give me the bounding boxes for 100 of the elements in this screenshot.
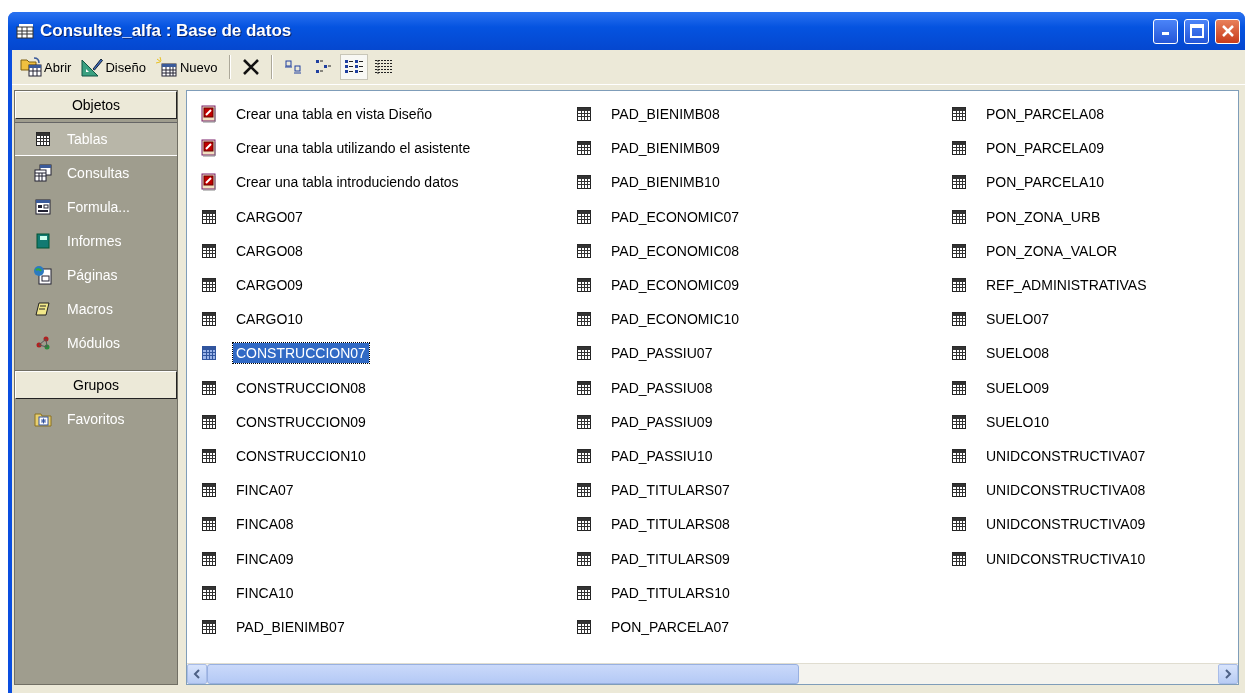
- table-icon: [951, 242, 967, 259]
- table-item[interactable]: FINCA10: [233, 582, 297, 603]
- table-icon: [201, 482, 217, 499]
- table-icon: [576, 447, 592, 464]
- table-item[interactable]: UNIDCONSTRUCTIVA08: [983, 480, 1149, 501]
- table-item[interactable]: PAD_TITULARS07: [608, 480, 733, 501]
- table-icon: [201, 208, 217, 225]
- table-item[interactable]: PAD_TITULARS09: [608, 548, 733, 569]
- table-icon: [576, 345, 592, 362]
- table-item[interactable]: PAD_PASSIU10: [608, 445, 716, 466]
- open-button[interactable]: Abrir: [16, 54, 76, 80]
- list-view-button[interactable]: [339, 54, 368, 80]
- table-item[interactable]: UNIDCONSTRUCTIVA07: [983, 445, 1149, 466]
- table-item[interactable]: PON_PARCELA09: [983, 138, 1107, 159]
- scrollbar-thumb[interactable]: [207, 664, 799, 684]
- form-icon: [35, 199, 51, 215]
- table-item[interactable]: UNIDCONSTRUCTIVA09: [983, 514, 1149, 535]
- table-item[interactable]: PAD_BIENIMB07: [233, 616, 348, 637]
- wizard-icon: [200, 173, 218, 192]
- create-table-shortcut[interactable]: Crear una tabla utilizando el asistente: [233, 138, 474, 159]
- report-icon: [35, 233, 51, 249]
- scroll-right-button[interactable]: [1218, 664, 1238, 684]
- table-item[interactable]: CONSTRUCCION07: [233, 343, 369, 364]
- scroll-icon: [35, 301, 51, 317]
- table-item[interactable]: PAD_TITULARS10: [608, 582, 733, 603]
- table-item[interactable]: PAD_ECONOMIC10: [608, 309, 743, 330]
- table-icon: [576, 516, 592, 533]
- table-item[interactable]: SUELO10: [983, 411, 1053, 432]
- query-icon: [34, 164, 52, 182]
- table-item[interactable]: SUELO07: [983, 309, 1053, 330]
- table-item[interactable]: REF_ADMINISTRATIVAS: [983, 275, 1150, 296]
- table-item[interactable]: SUELO09: [983, 377, 1053, 398]
- table-icon: [951, 379, 967, 396]
- table-icon: [576, 174, 592, 191]
- table-icon: [201, 413, 217, 430]
- database-window-icon: [16, 23, 34, 39]
- table-item[interactable]: PON_PARCELA08: [983, 104, 1107, 125]
- table-item[interactable]: PAD_ECONOMIC08: [608, 240, 743, 261]
- table-item[interactable]: CONSTRUCCION10: [233, 445, 369, 466]
- new-button[interactable]: Nuevo: [151, 54, 222, 80]
- window-title: Consultes_alfa : Base de datos: [40, 21, 293, 41]
- table-item[interactable]: PAD_ECONOMIC09: [608, 275, 743, 296]
- table-item[interactable]: FINCA07: [233, 480, 297, 501]
- table-item[interactable]: PAD_BIENIMB10: [608, 172, 723, 193]
- section-header-button[interactable]: Objetos: [15, 91, 177, 119]
- table-icon: [576, 311, 592, 328]
- large-icons-icon: [283, 59, 304, 75]
- table-item[interactable]: CARGO09: [233, 275, 306, 296]
- minimize-button[interactable]: [1153, 18, 1178, 44]
- table-item[interactable]: PAD_BIENIMB09: [608, 138, 723, 159]
- table-icon: [576, 277, 592, 294]
- table-item[interactable]: PON_ZONA_VALOR: [983, 240, 1121, 261]
- table-item[interactable]: PAD_BIENIMB08: [608, 104, 723, 125]
- table-icon: [201, 618, 217, 635]
- section-header-button[interactable]: Grupos: [15, 371, 177, 399]
- table-icon: [576, 482, 592, 499]
- scroll-left-button[interactable]: [187, 664, 207, 684]
- table-item[interactable]: UNIDCONSTRUCTIVA10: [983, 548, 1149, 569]
- table-icon: [951, 550, 967, 567]
- close-button[interactable]: [1215, 18, 1240, 44]
- table-item[interactable]: PON_PARCELA07: [608, 616, 732, 637]
- table-icon: [201, 277, 217, 294]
- table-item[interactable]: PAD_PASSIU08: [608, 377, 716, 398]
- close-icon: [241, 58, 260, 76]
- table-icon: [951, 106, 967, 123]
- table-item[interactable]: CARGO10: [233, 309, 306, 330]
- table-icon: [951, 345, 967, 362]
- table-icon: [951, 516, 967, 533]
- design-button[interactable]: Diseño: [77, 54, 150, 80]
- table-item[interactable]: CONSTRUCCION08: [233, 377, 369, 398]
- table-item[interactable]: CONSTRUCCION09: [233, 411, 369, 432]
- table-item[interactable]: FINCA08: [233, 514, 297, 535]
- details-icon: [373, 59, 394, 75]
- table-icon: [35, 131, 51, 147]
- maximize-button[interactable]: [1184, 18, 1209, 44]
- table-icon: [951, 277, 967, 294]
- table-item[interactable]: CARGO08: [233, 240, 306, 261]
- table-icon: [201, 345, 217, 362]
- table-icon: [201, 311, 217, 328]
- table-item[interactable]: PAD_PASSIU07: [608, 343, 716, 364]
- table-icon: [201, 379, 217, 396]
- table-icon: [201, 242, 217, 259]
- table-item[interactable]: PAD_PASSIU09: [608, 411, 716, 432]
- maximize-icon: [1189, 24, 1204, 38]
- table-icon: [201, 584, 217, 601]
- close-icon: [1220, 24, 1235, 38]
- table-icon: [576, 242, 592, 259]
- create-table-shortcut[interactable]: Crear una tabla en vista Diseño: [233, 104, 436, 125]
- table-item[interactable]: PON_ZONA_URB: [983, 206, 1104, 227]
- table-item[interactable]: PAD_ECONOMIC07: [608, 206, 743, 227]
- folder-table-icon: [20, 57, 42, 77]
- table-icon: [576, 618, 592, 635]
- create-table-shortcut[interactable]: Crear una tabla introduciendo datos: [233, 172, 462, 193]
- table-item[interactable]: FINCA09: [233, 548, 297, 569]
- table-item[interactable]: PAD_TITULARS08: [608, 514, 733, 535]
- folder-icon: [34, 411, 52, 427]
- table-item[interactable]: PON_PARCELA10: [983, 172, 1107, 193]
- table-item[interactable]: SUELO08: [983, 343, 1053, 364]
- table-item[interactable]: CARGO07: [233, 206, 306, 227]
- table-icon: [201, 550, 217, 567]
